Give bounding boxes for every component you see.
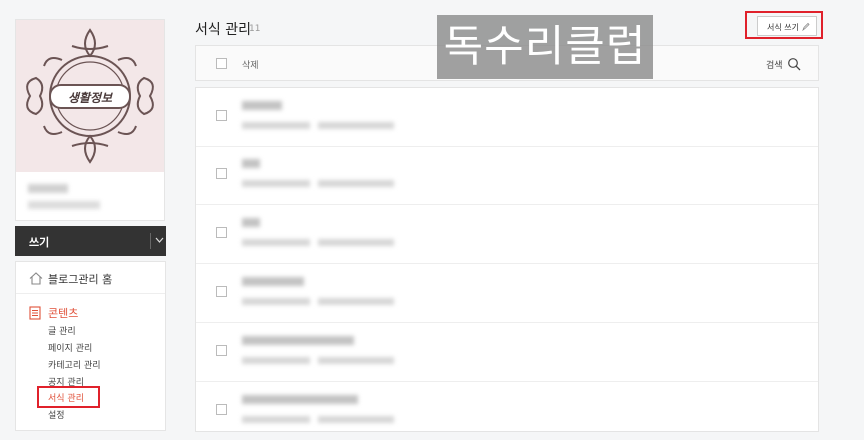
- row-meta-blurred: [318, 122, 394, 129]
- profile-card: 생활정보: [15, 19, 165, 221]
- logo-text: 생활정보: [67, 91, 113, 105]
- sidebar-item-page-manage[interactable]: 페이지 관리: [48, 341, 92, 354]
- row-checkbox[interactable]: [216, 227, 227, 238]
- row-checkbox[interactable]: [216, 404, 227, 415]
- template-count: 11: [249, 24, 261, 34]
- row-meta-blurred: [242, 357, 310, 364]
- profile-id-blurred: [28, 201, 100, 209]
- row-title-blurred[interactable]: [242, 101, 282, 110]
- list-item[interactable]: [196, 205, 818, 264]
- list-item[interactable]: [196, 382, 818, 440]
- row-title-blurred[interactable]: [242, 277, 304, 286]
- row-checkbox[interactable]: [216, 168, 227, 179]
- write-bar-divider: [150, 233, 151, 249]
- page-title: 서식 관리: [195, 22, 251, 38]
- list-item[interactable]: [196, 264, 818, 323]
- sidebar-item-blog-home[interactable]: 블로그관리 홈: [16, 262, 165, 294]
- write-post-button[interactable]: 쓰기: [29, 234, 49, 250]
- row-checkbox[interactable]: [216, 345, 227, 356]
- row-title-blurred[interactable]: [242, 218, 260, 227]
- write-post-bar[interactable]: 쓰기: [15, 226, 166, 256]
- sidebar-item-post-manage[interactable]: 글 관리: [48, 324, 76, 337]
- profile-name-blurred: [28, 184, 68, 193]
- row-meta-blurred: [242, 180, 310, 187]
- sidebar-item-settings[interactable]: 설정: [48, 408, 65, 421]
- watermark-text: 독수리클럽: [437, 15, 653, 79]
- row-title-blurred[interactable]: [242, 336, 354, 345]
- row-title-blurred[interactable]: [242, 395, 358, 404]
- row-title-blurred[interactable]: [242, 159, 260, 168]
- sidebar-item-category-manage[interactable]: 카테고리 관리: [48, 358, 101, 371]
- highlight-box-template-menu: [37, 386, 100, 408]
- list-item[interactable]: [196, 323, 818, 382]
- row-meta-blurred: [318, 416, 394, 423]
- sidebar-item-label: 블로그관리 홈: [48, 273, 113, 286]
- row-meta-blurred: [318, 180, 394, 187]
- chevron-down-icon[interactable]: [155, 233, 164, 250]
- search-icon[interactable]: [787, 56, 801, 75]
- row-meta-blurred: [318, 357, 394, 364]
- row-meta-blurred: [318, 298, 394, 305]
- row-meta-blurred: [242, 416, 310, 423]
- row-meta-blurred: [318, 239, 394, 246]
- row-checkbox[interactable]: [216, 286, 227, 297]
- select-all-checkbox[interactable]: [216, 58, 227, 69]
- row-meta-blurred: [242, 298, 310, 305]
- highlight-box-new-template: [745, 11, 823, 39]
- document-icon: [29, 305, 41, 324]
- row-meta-blurred: [242, 122, 310, 129]
- list-item[interactable]: [196, 88, 818, 147]
- delete-button[interactable]: 삭제: [242, 58, 259, 71]
- row-meta-blurred: [242, 239, 310, 246]
- home-icon: [29, 270, 43, 289]
- row-checkbox[interactable]: [216, 110, 227, 121]
- search-button[interactable]: 검색: [766, 58, 783, 71]
- sidebar-section-content[interactable]: 콘텐츠: [48, 305, 78, 321]
- list-item[interactable]: [196, 146, 818, 205]
- template-list: [195, 87, 819, 432]
- blog-logo-image[interactable]: 생활정보: [16, 20, 164, 172]
